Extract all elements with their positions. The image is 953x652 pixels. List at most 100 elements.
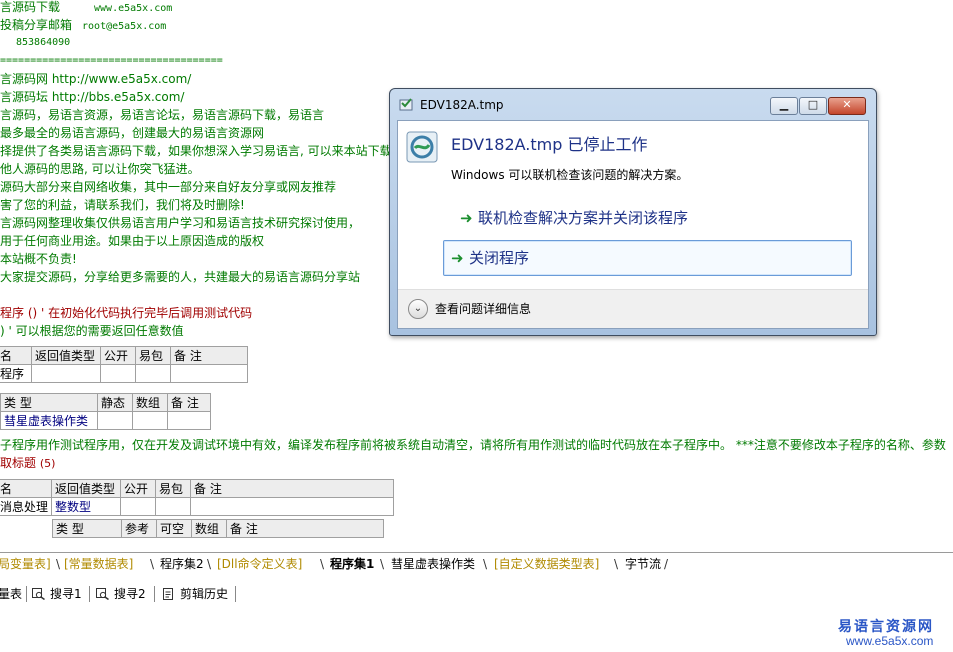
- col-note: 备 注: [226, 519, 384, 538]
- tab-separator: \: [320, 557, 325, 571]
- tab-module-1[interactable]: 程序集1: [330, 555, 374, 573]
- search-icon: [32, 588, 45, 600]
- minimize-button[interactable]: ▁: [770, 97, 798, 115]
- search-1-label: 搜寻1: [50, 587, 82, 601]
- cell[interactable]: [167, 411, 211, 430]
- col-public: 公开: [120, 479, 157, 498]
- maximize-button[interactable]: □: [799, 97, 827, 115]
- comment-line: 害了您的利益，请联系我们，我们将及时删除!: [0, 198, 245, 212]
- comment-line: 他人源码的思路, 可以让你突飞猛进。: [0, 162, 200, 176]
- col-static: 静态: [97, 393, 133, 412]
- view-details-link[interactable]: 查看问题详细信息: [435, 300, 531, 317]
- minimize-icon: ▁: [779, 98, 789, 111]
- cell[interactable]: [31, 364, 101, 383]
- col-public: 公开: [100, 346, 136, 365]
- search-2-label: 搜寻2: [114, 587, 146, 601]
- comment-line: 用于任何商业用途。如果由于以上原因造成的版权: [0, 234, 265, 248]
- check-online-label: 联机检查解决方案并关闭该程序: [478, 209, 689, 227]
- col-name: 名: [0, 346, 32, 365]
- cell[interactable]: [155, 497, 192, 516]
- maximize-icon: □: [807, 98, 819, 111]
- toolbar-separator: [26, 586, 27, 602]
- col-return-type: 返回值类型: [51, 479, 122, 498]
- tab-constants[interactable]: [常量数据表]: [64, 555, 133, 573]
- tab-separator: \: [56, 557, 61, 571]
- col-nullable: 可空: [156, 519, 192, 538]
- toolbar-separator: [154, 586, 155, 602]
- tab-comet-table-class[interactable]: 彗星虚表操作类: [391, 555, 475, 573]
- comment-line: 最多最全的易语言源码，创建最大的易语言资源网: [0, 126, 265, 140]
- green-arrow-icon: ➜: [451, 249, 464, 267]
- param-table-header: 类 型 参考 可空 数组 备 注: [52, 519, 384, 538]
- tab-separator: \: [483, 557, 488, 571]
- tab-byte-stream[interactable]: 字节流: [625, 555, 661, 573]
- cell-sub-name[interactable]: 消息处理: [0, 497, 53, 516]
- close-icon: ✕: [842, 98, 852, 111]
- subroutine-table: 名 返回值类型 公开 易包 备 注 程序: [0, 346, 248, 383]
- close-program-button[interactable]: ➜ 关闭程序: [443, 240, 852, 276]
- output-toolbar: 量表 搜寻1 搜寻2 剪辑历史: [0, 583, 953, 605]
- search-2-button[interactable]: 搜寻2: [96, 585, 146, 603]
- cell[interactable]: [132, 411, 168, 430]
- cell-sub-name[interactable]: 程序: [0, 364, 32, 383]
- search-icon: [96, 588, 109, 600]
- watermark-title: 易语言资源网: [838, 619, 934, 635]
- comment-line: 言源码，易语言资源，易语言论坛，易语言源码下载，易语言: [0, 108, 325, 122]
- col-epkg: 易包: [135, 346, 171, 365]
- tab-separator: /: [664, 557, 669, 571]
- col-array: 数组: [132, 393, 168, 412]
- variable-table: 类 型 静态 数组 备 注 彗星虚表操作类: [0, 393, 211, 430]
- search-1-button[interactable]: 搜寻1: [32, 585, 82, 603]
- header-line-1: 言源码下载 www.e5a5x.com: [0, 0, 173, 14]
- tab-custom-types[interactable]: [自定义数据类型表]: [494, 555, 599, 573]
- cell[interactable]: [97, 411, 133, 430]
- tab-separator: \: [150, 557, 155, 571]
- proc-return-comment: ) ' 可以根据您的需要返回任意数值: [0, 324, 184, 338]
- tab-local-vars[interactable]: 局变量表]: [0, 555, 51, 573]
- tab-separator: \: [207, 557, 212, 571]
- tab-module-2[interactable]: 程序集2: [160, 555, 204, 573]
- cell[interactable]: [120, 497, 157, 516]
- cell[interactable]: [100, 364, 136, 383]
- comment-line: 言源码网整理收集仅供易语言用户学习和易语言技术研究探讨使用，: [0, 216, 361, 230]
- cell[interactable]: [190, 497, 395, 516]
- subroutine-table-2: 名 返回值类型 公开 易包 备 注 消息处理 整数型: [0, 479, 395, 516]
- cell[interactable]: [170, 364, 248, 383]
- comment-line: 本站概不负责!: [0, 252, 77, 266]
- dialog-message: Windows 可以联机检查该问题的解决方案。: [451, 168, 689, 182]
- col-array: 数组: [191, 519, 227, 538]
- details-toggle-button[interactable]: ⌄: [408, 299, 428, 319]
- clipboard-icon: [163, 588, 173, 600]
- clip-history-button[interactable]: 剪辑历史: [162, 585, 228, 603]
- qq-number: 853864090: [16, 37, 71, 48]
- header-line-2: 投稿分享邮箱 root@e5a5x.com: [0, 18, 167, 32]
- cell[interactable]: [135, 364, 171, 383]
- clip-history-label: 剪辑历史: [180, 587, 229, 601]
- dialog-heading: EDV182A.tmp 已停止工作: [451, 135, 648, 154]
- comment-line: 言源码网 http://www.e5a5x.com/: [0, 72, 192, 86]
- close-button[interactable]: ✕: [828, 97, 866, 115]
- col-note: 备 注: [170, 346, 248, 365]
- comment-line: 大家提交源码，分享给更多需要的人，共建最大的易语言源码分享站: [0, 270, 361, 284]
- error-dialog: EDV182A.tmp ▁ □ ✕ EDV182A.tmp 已停止工作 Wind…: [389, 88, 877, 336]
- test-sub-comment: 子程序用作测试程序用，仅在开发及调试环境中有效，编译发布程序前将被系统自动清空，…: [0, 438, 946, 452]
- dialog-title: EDV182A.tmp: [420, 98, 504, 112]
- col-ref: 参考: [121, 519, 157, 538]
- col-note: 备 注: [167, 393, 211, 412]
- watermark-url: www.e5a5x.com: [846, 634, 934, 648]
- chevron-down-icon: ⌄: [413, 303, 423, 314]
- app-window-icon: [399, 98, 413, 111]
- cell-return-type[interactable]: 整数型: [51, 497, 122, 516]
- tab-separator: \: [380, 557, 385, 571]
- close-program-label: 关闭程序: [469, 249, 530, 267]
- green-arrow-icon: ➜: [460, 209, 473, 227]
- section-title: 取标题 (5): [0, 456, 56, 470]
- col-type: 类 型: [52, 519, 122, 538]
- tab-dll-commands[interactable]: [Dll命令定义表]: [217, 555, 302, 573]
- toolbar-vars[interactable]: 量表: [0, 585, 22, 603]
- dialog-content: EDV182A.tmp 已停止工作 Windows 可以联机检查该问题的解决方案…: [397, 120, 869, 329]
- comment-line: 源码大部分来自网络收集，其中一部分来自好友分享或网友推荐: [0, 180, 337, 194]
- check-online-button[interactable]: ➜ 联机检查解决方案并关闭该程序: [454, 201, 860, 235]
- tab-separator: \: [614, 557, 619, 571]
- cell-var-type[interactable]: 彗星虚表操作类: [0, 411, 98, 430]
